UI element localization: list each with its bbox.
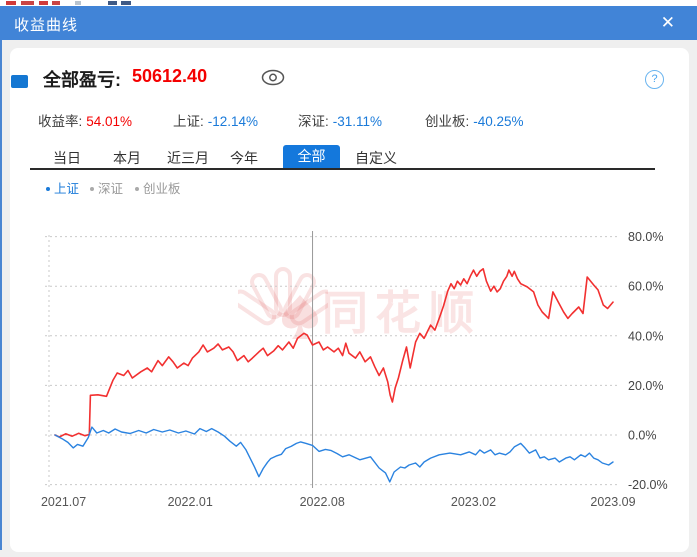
stat-value: -40.25% (473, 114, 524, 129)
dialog-title: 收益曲线 (14, 17, 79, 34)
x-axis-label: 2023.02 (451, 495, 496, 509)
legend-label: 上证 (54, 182, 80, 196)
profit-curve-chart[interactable]: 同花顺 80.0% 60.0% 40.0% 20.0% 0.0% -20.0% 2021.0… (0, 215, 697, 515)
legend-label: 深证 (98, 182, 124, 196)
tab-this-month[interactable]: 本月 (113, 148, 141, 168)
legend-sse[interactable]: 上证 (46, 178, 79, 197)
y-axis-label: 0.0% (628, 429, 657, 443)
plot-area[interactable]: 80.0% 60.0% 40.0% 20.0% 0.0% -20.0% 2021.07 202… (0, 215, 697, 515)
clipped-red-text-fragment (6, 1, 16, 5)
tab-today[interactable]: 当日 (53, 148, 81, 168)
stat-value: -12.14% (207, 114, 259, 129)
y-axis-label: 20.0% (628, 379, 663, 393)
x-axis-label: 2022.08 (300, 495, 345, 509)
clipped-icon-fragment (108, 1, 117, 5)
stat-sse: 上证: -12.14% (173, 110, 258, 130)
tab-custom[interactable]: 自定义 (355, 148, 397, 168)
clipped-icon-fragment (121, 1, 131, 5)
close-icon[interactable]: ✕ (661, 12, 675, 34)
series-上证 (54, 426, 614, 483)
y-axis-label: 60.0% (628, 280, 663, 294)
x-axis-label: 2023.09 (590, 495, 635, 509)
eye-icon[interactable] (260, 68, 286, 87)
legend-chinext[interactable]: 创业板 (135, 178, 181, 197)
clipped-red-text-fragment (39, 1, 48, 5)
stat-value: 54.01% (86, 114, 133, 129)
tab-this-year[interactable]: 今年 (230, 148, 258, 168)
blue-square-bullet-icon (11, 75, 28, 88)
tab-3-months[interactable]: 近三月 (167, 148, 209, 168)
clipped-red-text-fragment (21, 1, 34, 5)
tab-all-active[interactable]: 全部 (283, 145, 340, 168)
legend-dot (90, 187, 94, 191)
stat-value: -31.11% (332, 114, 383, 129)
tabs-underline (30, 168, 655, 170)
stat-label: 上证: (173, 114, 204, 129)
legend-dot (46, 187, 50, 191)
stat-chinext: 创业板: -40.25% (425, 110, 524, 130)
clipped-red-text-fragment (52, 1, 60, 5)
profit-curve-dialog: 收益曲线 ✕ 全部盈亏: 50612.40 ? 收益率: 54.01% 上证: -1… (0, 0, 697, 557)
stat-label: 创业板: (425, 114, 470, 129)
stat-label: 深证: (298, 114, 329, 129)
x-axis-label: 2022.01 (168, 495, 213, 509)
legend-dot (135, 187, 139, 191)
legend-label: 创业板 (143, 182, 181, 196)
x-axis-label: 2021.07 (41, 495, 86, 509)
stat-label: 收益率: (38, 114, 83, 129)
series-收益率 (54, 267, 614, 438)
y-axis-label: 40.0% (628, 329, 663, 343)
clipped-icon-fragment (75, 1, 81, 5)
y-axis-label: 80.0% (628, 230, 663, 244)
stat-return-rate: 收益率: 54.01% (38, 110, 132, 130)
total-pl-value: 50612.40 (132, 66, 208, 86)
legend-szse[interactable]: 深证 (90, 178, 123, 197)
dialog-titlebar: 收益曲线 ✕ (0, 6, 697, 40)
y-axis-label: -20.0% (628, 478, 668, 492)
help-icon[interactable]: ? (645, 70, 664, 89)
stat-szse: 深证: -31.11% (298, 110, 382, 130)
total-pl-label: 全部盈亏: (43, 70, 121, 90)
